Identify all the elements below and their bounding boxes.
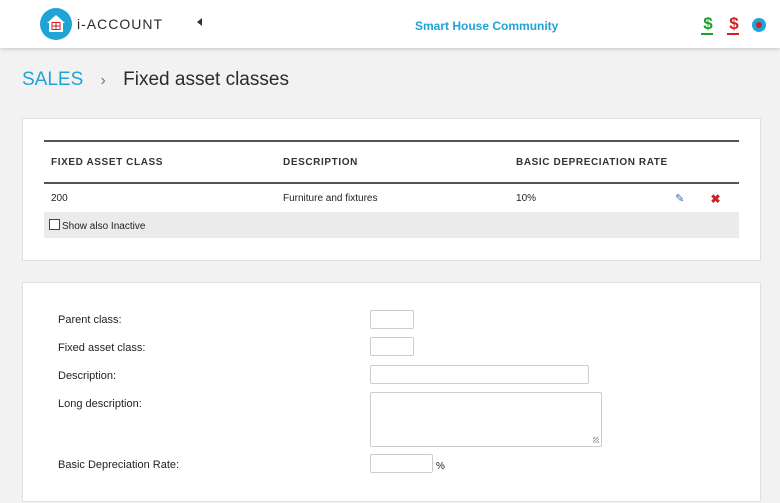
table-header-row: FIXED ASSET CLASS DESCRIPTION BASIC DEPR… <box>44 140 739 184</box>
fixed-asset-class-input[interactable] <box>370 337 414 356</box>
header-basic-depreciation-rate[interactable]: BASIC DEPRECIATION RATE <box>509 140 669 184</box>
description-label: Description: <box>58 370 117 382</box>
dollar-glyph: $ <box>703 14 713 33</box>
show-inactive-label: Show also Inactive <box>62 221 146 232</box>
delete-cell: ✖ <box>704 183 739 213</box>
top-bar: i-ACCOUNT Smart House Community $ $ <box>0 0 780 48</box>
delete-x-icon[interactable]: ✖ <box>711 192 721 206</box>
show-inactive-row: Show also Inactive <box>44 212 739 238</box>
cell-description: Furniture and fixtures <box>283 193 378 204</box>
depreciation-rate-label: Basic Depreciation Rate: <box>58 459 180 471</box>
parent-class-input[interactable] <box>370 310 414 329</box>
long-description-label: Long description: <box>58 398 142 410</box>
dollar-underline <box>727 33 739 35</box>
description-input[interactable] <box>370 365 589 384</box>
cell-class: 200 <box>51 193 68 204</box>
header-edit <box>668 140 704 184</box>
breadcrumb-sales[interactable]: SALES <box>22 69 83 90</box>
brand-name: i-ACCOUNT <box>77 16 163 32</box>
fixed-asset-class-label: Fixed asset class: <box>58 342 146 354</box>
class-form-panel: Parent class: Fixed asset class: Descrip… <box>22 282 761 502</box>
lifebuoy-icon[interactable] <box>752 18 766 32</box>
breadcrumb: SALES › Fixed asset classes <box>22 69 289 91</box>
dollar-glyph: $ <box>729 14 739 33</box>
table-row[interactable]: 200 Furniture and fixtures 10% ✎ ✖ <box>44 183 739 213</box>
company-name: Smart House Community <box>415 19 559 33</box>
header-delete <box>703 140 739 184</box>
fixed-asset-classes-table: FIXED ASSET CLASS DESCRIPTION BASIC DEPR… <box>44 140 739 213</box>
show-inactive-checkbox[interactable] <box>49 219 60 230</box>
pencil-icon[interactable]: ✎ <box>675 192 684 205</box>
header-description[interactable]: DESCRIPTION <box>276 140 510 184</box>
house-logo-icon[interactable] <box>40 8 72 40</box>
show-inactive-toggle[interactable]: Show also Inactive <box>49 219 145 232</box>
chevron-right-icon: › <box>100 72 106 89</box>
classes-list-panel: FIXED ASSET CLASS DESCRIPTION BASIC DEPR… <box>22 118 761 261</box>
header-fixed-asset-class[interactable]: FIXED ASSET CLASS <box>44 140 276 184</box>
parent-class-label: Parent class: <box>58 314 122 326</box>
collapse-caret-icon[interactable] <box>197 18 202 26</box>
resize-grip-icon[interactable] <box>593 437 599 443</box>
long-description-textarea[interactable] <box>370 392 602 447</box>
house-logo-glyph <box>47 15 65 32</box>
dollar-green-icon[interactable]: $ <box>699 15 717 37</box>
dollar-red-icon[interactable]: $ <box>725 15 743 37</box>
dollar-underline <box>701 33 713 35</box>
percent-unit: % <box>436 461 445 472</box>
edit-cell: ✎ <box>668 183 703 213</box>
depreciation-rate-input[interactable] <box>370 454 433 473</box>
cell-rate: 10% <box>516 193 537 204</box>
page-title: Fixed asset classes <box>123 69 289 90</box>
